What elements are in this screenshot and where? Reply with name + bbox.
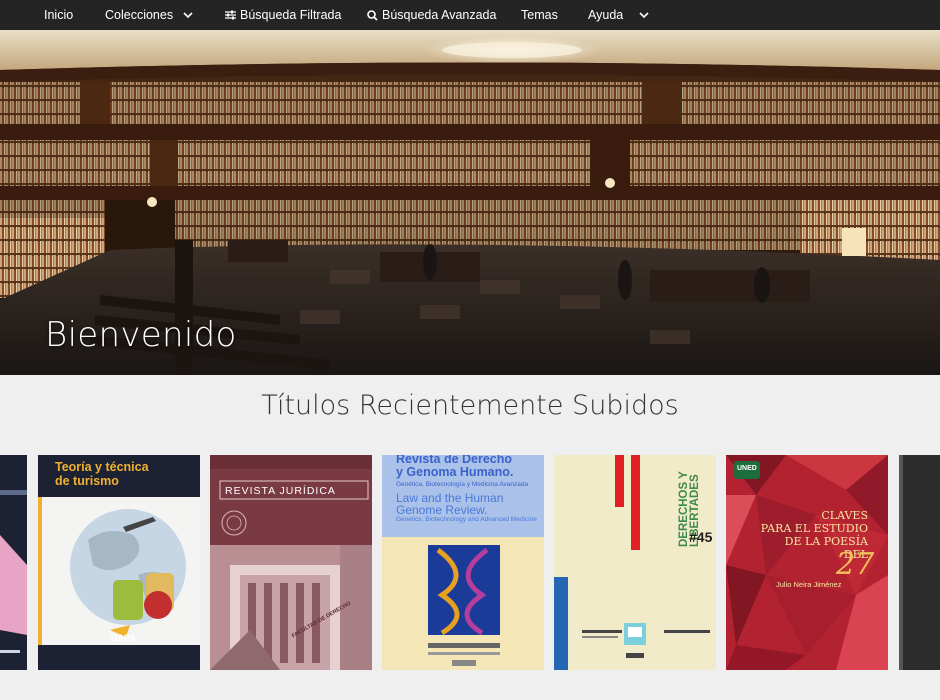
book-cover-claves-poesia[interactable]: UNED CLAVES PARA EL ESTUDIO DE LA POESÍA…: [726, 455, 888, 670]
nav-ayuda-label: Ayuda: [588, 8, 624, 22]
book-cover-derechos-libertades[interactable]: DERECHOS Y LIBERTADES #45: [554, 455, 716, 670]
book-issue-number: #45: [689, 529, 713, 545]
book-title-line1: Teoría y técnica: [55, 460, 149, 474]
nav-busqueda-filtrada-label: Búsqueda Filtrada: [240, 8, 342, 22]
book-title-line2: PARA EL ESTUDIO: [760, 522, 868, 535]
book-cover-partial-right[interactable]: [899, 455, 940, 670]
book-title-line2: y Genoma Humano.: [396, 465, 514, 479]
book-subtitle: Genética, Biotecnología y Medicina Avanz…: [396, 481, 529, 488]
nav-temas-label: Temas: [521, 8, 558, 22]
book-number: 27: [836, 547, 875, 582]
nav-inicio[interactable]: Inicio: [44, 0, 73, 30]
book-title: REVISTA JURÍDICA: [225, 485, 336, 497]
book-title-line2: de turismo: [55, 474, 119, 488]
nav-colecciones[interactable]: Colecciones: [105, 0, 193, 30]
chevron-down-icon: [183, 11, 193, 19]
recent-titles-carousel: Teoría y técnica de turismo UAPA REVISTA…: [0, 455, 940, 670]
book-publisher: UNED: [737, 465, 757, 472]
hero-title: Bienvenido: [45, 315, 237, 355]
nav-temas[interactable]: Temas: [521, 0, 558, 30]
book-en-title-line2: Genome Review.: [396, 503, 488, 517]
book-author: Julio Neira Jiménez: [776, 580, 842, 589]
nav-ayuda[interactable]: Ayuda: [588, 0, 649, 30]
book-cover-teoria-turismo[interactable]: Teoría y técnica de turismo UAPA: [38, 455, 200, 670]
nav-busqueda-filtrada[interactable]: Búsqueda Filtrada: [225, 0, 341, 30]
section-title: Títulos Recientemente Subidos: [261, 390, 679, 421]
search-icon: [367, 9, 378, 21]
nav-busqueda-avanzada[interactable]: Búsqueda Avanzada: [367, 0, 496, 30]
book-cover-derecho-genoma[interactable]: Revista de Derecho y Genoma Humano. Gené…: [382, 455, 544, 670]
nav-inicio-label: Inicio: [44, 8, 74, 22]
nav-busqueda-avanzada-label: Búsqueda Avanzada: [382, 8, 497, 22]
book-title-line1: CLAVES: [821, 509, 868, 522]
nav-colecciones-label: Colecciones: [105, 8, 174, 22]
book-cover-partial-left[interactable]: [0, 455, 27, 670]
hero-banner: Bienvenido: [0, 30, 940, 375]
sliders-icon: [225, 10, 236, 20]
top-nav: Inicio Colecciones Búsqueda Filtrada Bús…: [0, 0, 940, 30]
book-cover-revista-juridica[interactable]: REVISTA JURÍDICA FACULTAD DE DERECHO: [210, 455, 372, 670]
book-publisher: UAPA: [111, 633, 136, 643]
chevron-down-icon: [639, 11, 649, 19]
book-en-subtitle: Genetics, Biotechnology and Advanced Med…: [396, 516, 537, 523]
